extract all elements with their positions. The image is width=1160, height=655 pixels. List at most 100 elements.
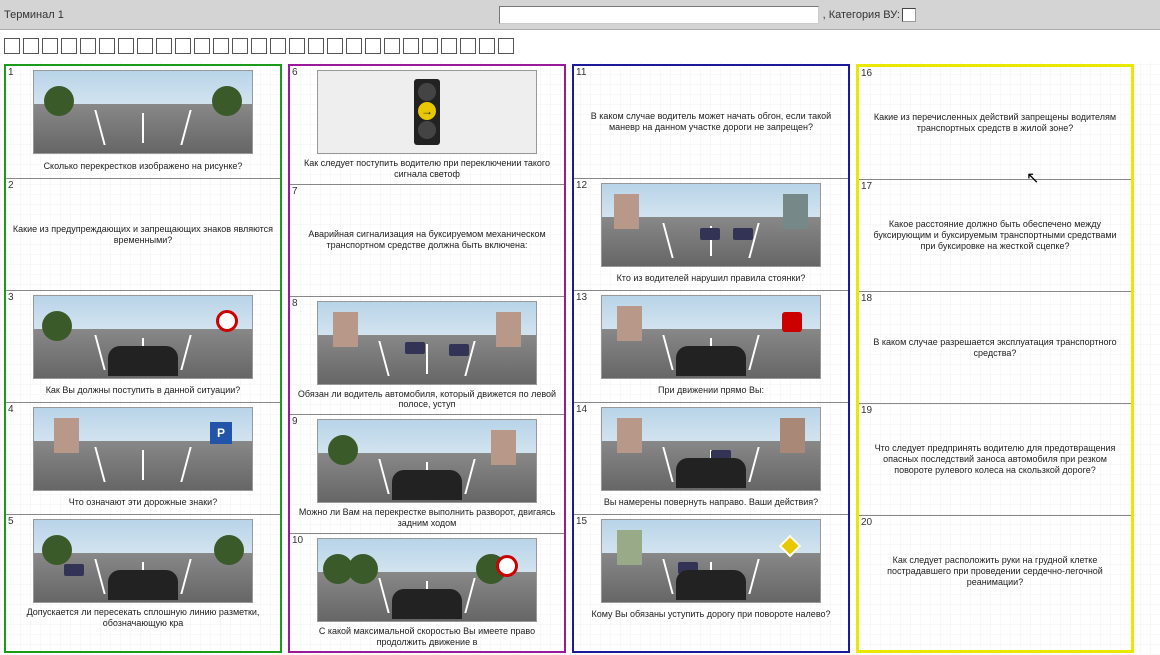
question-cell-19[interactable]: 19Что следует предпринять водителю для п… [859,403,1131,515]
question-cell-5[interactable]: 5 Допускается ли пересекать сплошную лини… [6,514,280,633]
terminal-label: Терминал 1 [4,9,64,21]
question-number: 15 [576,516,587,527]
progress-check-27[interactable] [498,38,514,54]
column-2: 6→Как следует поступить водителю при пер… [288,64,566,653]
question-cell-3[interactable]: 3 Как Вы должны поступить в данной ситуац… [6,290,280,402]
question-text: Как следует поступить водителю при перек… [290,154,564,184]
question-grid: 1Сколько перекрестков изображено на рису… [0,62,1160,655]
column-1: 1Сколько перекрестков изображено на рису… [4,64,282,653]
progress-check-17[interactable] [308,38,324,54]
question-text: Что означают эти дорожные знаки? [6,491,280,514]
question-image: P [33,407,253,491]
question-text: Кто из водителей нарушил правила стоянки… [574,267,848,290]
question-image [601,407,821,491]
question-cell-10[interactable]: 10 С какой максимальной скоростью Вы имее… [290,533,564,652]
question-cell-18[interactable]: 18В каком случае разрешается эксплуатаци… [859,291,1131,403]
question-number: 8 [292,298,298,309]
progress-check-22[interactable] [403,38,419,54]
progress-check-2[interactable] [23,38,39,54]
question-number: 14 [576,404,587,415]
progress-check-8[interactable] [137,38,153,54]
name-input[interactable] [499,6,819,24]
mouse-cursor: ↖ [1026,168,1039,188]
question-number: 16 [861,68,872,79]
question-cell-7[interactable]: 7Аварийная сигнализация на буксируемом м… [290,184,564,296]
question-number: 11 [576,67,586,78]
question-image [317,419,537,503]
question-text: Допускается ли пересекать сплошную линию… [6,603,280,633]
header-bar: Терминал 1 , Категория ВУ: [0,0,1160,30]
question-number: 19 [861,405,872,416]
question-text: При движении прямо Вы: [574,379,848,402]
question-text: В каком случае разрешается эксплуатация … [859,292,1131,403]
progress-check-23[interactable] [422,38,438,54]
question-image [33,519,253,603]
progress-check-21[interactable] [384,38,400,54]
progress-check-6[interactable] [99,38,115,54]
question-text: Какие из предупреждающих и запрещающих з… [6,179,280,290]
question-cell-4[interactable]: 4 PЧто означают эти дорожные знаки? [6,402,280,514]
progress-check-20[interactable] [365,38,381,54]
question-text: Аварийная сигнализация на буксируемом ме… [290,185,564,296]
question-number: 7 [292,186,298,197]
progress-check-26[interactable] [479,38,495,54]
question-text: Как следует расположить руки на грудной … [859,516,1131,627]
progress-check-1[interactable] [4,38,20,54]
question-image [317,538,537,622]
question-cell-2[interactable]: 2Какие из предупреждающих и запрещающих … [6,178,280,290]
question-text: Вы намерены повернуть направо. Ваши дейс… [574,491,848,514]
question-image [317,301,537,385]
question-cell-1[interactable]: 1Сколько перекрестков изображено на рису… [6,66,280,178]
question-cell-14[interactable]: 14 Вы намерены повернуть направо. Ваши де… [574,402,848,514]
question-text: Можно ли Вам на перекрестке выполнить ра… [290,503,564,533]
question-number: 1 [8,67,14,78]
question-cell-6[interactable]: 6→Как следует поступить водителю при пер… [290,66,564,184]
question-cell-16[interactable]: 16Какие из перечисленных действий запрещ… [859,67,1131,179]
progress-check-10[interactable] [175,38,191,54]
progress-check-25[interactable] [460,38,476,54]
question-cell-11[interactable]: 11В каком случае водитель может начать о… [574,66,848,178]
progress-check-3[interactable] [42,38,58,54]
progress-check-5[interactable] [80,38,96,54]
question-text: С какой максимальной скоростью Вы имеете… [290,622,564,652]
question-image: → [317,70,537,154]
question-text: Какое расстояние должно быть обеспечено … [859,180,1131,291]
question-image [601,295,821,379]
category-checkbox[interactable] [902,8,916,22]
question-number: 3 [8,292,14,303]
question-cell-20[interactable]: 20Как следует расположить руки на грудно… [859,515,1131,627]
question-cell-13[interactable]: 13 При движении прямо Вы: [574,290,848,402]
progress-check-13[interactable] [232,38,248,54]
question-cell-17[interactable]: 17Какое расстояние должно быть обеспечен… [859,179,1131,291]
question-text: Как Вы должны поступить в данной ситуаци… [6,379,280,402]
question-number: 18 [861,293,872,304]
progress-check-11[interactable] [194,38,210,54]
progress-check-7[interactable] [118,38,134,54]
question-image [601,519,821,603]
question-text: Кому Вы обязаны уступить дорогу при пово… [574,603,848,626]
question-number: 5 [8,516,14,527]
column-4: 16Какие из перечисленных действий запрещ… [856,64,1134,653]
progress-check-9[interactable] [156,38,172,54]
progress-check-19[interactable] [346,38,362,54]
progress-check-12[interactable] [213,38,229,54]
question-image [33,295,253,379]
question-number: 12 [576,180,587,191]
question-cell-9[interactable]: 9Можно ли Вам на перекрестке выполнить р… [290,414,564,533]
question-cell-8[interactable]: 8Обязан ли водитель автомобиля, который … [290,296,564,415]
progress-check-24[interactable] [441,38,457,54]
progress-check-14[interactable] [251,38,267,54]
question-number: 4 [8,404,14,415]
progress-check-18[interactable] [327,38,343,54]
question-number: 10 [292,535,303,546]
question-number: 13 [576,292,587,303]
question-cell-15[interactable]: 15 Кому Вы обязаны уступить дорогу при по… [574,514,848,626]
progress-check-4[interactable] [61,38,77,54]
progress-check-15[interactable] [270,38,286,54]
question-number: 17 [861,181,872,192]
column-3: 11В каком случае водитель может начать о… [572,64,850,653]
question-text: Какие из перечисленных действий запрещен… [859,67,1131,179]
progress-check-16[interactable] [289,38,305,54]
question-cell-12[interactable]: 12 Кто из водителей нарушил правила стоян… [574,178,848,290]
progress-checkboxes [0,30,1160,62]
